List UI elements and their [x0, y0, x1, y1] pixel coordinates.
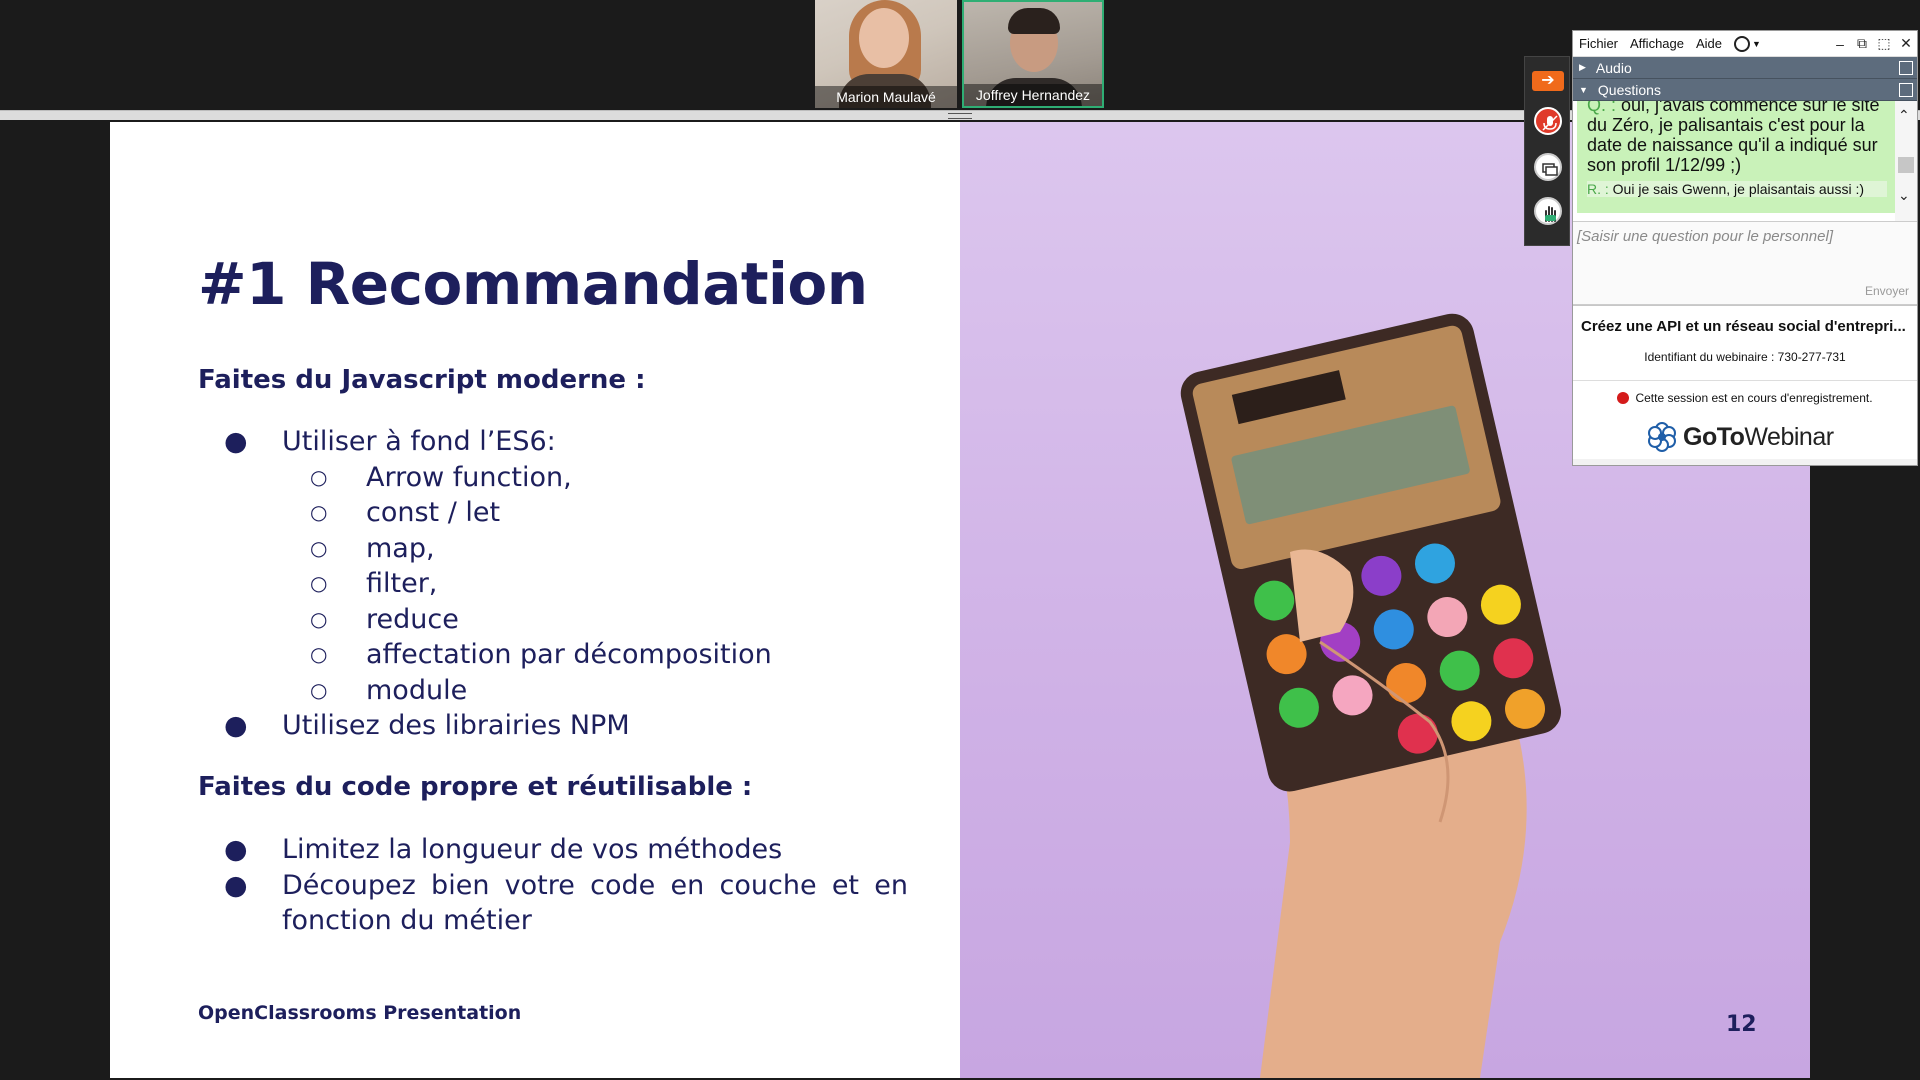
menu-affichage[interactable]: Affichage	[1630, 36, 1684, 51]
popout-icon[interactable]	[1899, 61, 1913, 75]
sub-bullet-item: ○ affectation par décomposition	[310, 639, 772, 670]
expand-triangle-icon: ▶	[1579, 62, 1586, 72]
gotowebinar-logo: GoToWebinar	[1647, 422, 1834, 452]
send-button[interactable]: Envoyer	[1865, 284, 1909, 298]
slide-page-number: 12	[1726, 1012, 1757, 1037]
participant-tile-1[interactable]: Marion Maulavé	[815, 0, 957, 108]
close-icon[interactable]: ✕	[1895, 35, 1917, 52]
minimize-icon[interactable]: –	[1829, 36, 1851, 52]
raise-hand-icon[interactable]	[1534, 197, 1562, 225]
bullet-item: ● Découpez bien votre code en couche et e…	[224, 870, 908, 901]
scroll-down-icon[interactable]: ⌄	[1898, 187, 1910, 204]
webinar-title: Créez une API et un réseau social d'entr…	[1581, 318, 1906, 335]
audio-label: Audio	[1595, 59, 1632, 76]
screen-share-icon[interactable]	[1534, 153, 1562, 181]
answer-text: R. : Oui je sais Gwenn, je plaisantais a…	[1587, 181, 1887, 197]
microphone-muted-icon[interactable]	[1534, 107, 1562, 135]
bullet-item: ● Utiliser à fond l’ES6:	[224, 426, 556, 457]
participant-hair	[1008, 8, 1060, 34]
sub-bullet-item: ○ const / let	[310, 497, 501, 528]
goto-flower-icon	[1648, 422, 1676, 452]
participant-name: Marion Maulavé	[815, 86, 957, 108]
questions-section-header[interactable]: ▼ Questions	[1573, 79, 1917, 101]
audio-section-header[interactable]: ▶ Audio	[1573, 57, 1917, 79]
brand-webinar: Webinar	[1744, 422, 1834, 451]
webinar-id: Identifiant du webinaire : 730-277-731	[1644, 350, 1846, 364]
sub-bullet-item: ○ Arrow function,	[310, 462, 572, 493]
sub-bullet-item: ○ filter,	[310, 568, 438, 599]
panel-menu-bar: Fichier Affichage Aide ▼ – ⧉ ⬚ ✕	[1573, 31, 1917, 57]
slide-content: #1 Recommandation Faites du Javascript m…	[110, 122, 960, 1078]
participant-face	[859, 8, 909, 68]
webinar-info: Créez une API et un réseau social d'entr…	[1573, 305, 1917, 459]
sub-bullet-item: ○ reduce	[310, 604, 459, 635]
question-text: Q. : oui, j'avais commencé sur le site d…	[1587, 101, 1880, 175]
recording-dot-icon	[1617, 392, 1630, 404]
menu-aide[interactable]: Aide	[1696, 36, 1722, 51]
section-title-modern-js: Faites du Javascript moderne :	[198, 365, 646, 395]
collapse-arrow-icon[interactable]: ➔	[1532, 71, 1564, 91]
goto-control-strip: ➔	[1524, 56, 1570, 246]
bullet-item: ● Utilisez des librairies NPM	[224, 710, 630, 741]
bullet-continuation: fonction du métier	[282, 905, 532, 936]
brand-goto: GoTo	[1683, 422, 1745, 451]
menu-fichier[interactable]: Fichier	[1579, 36, 1618, 51]
restore-icon[interactable]: ⧉	[1851, 35, 1873, 52]
participant-name: Joffrey Hernandez	[964, 84, 1102, 106]
slide-title: #1 Recommandation	[198, 250, 868, 318]
section-title-clean-code: Faites du code propre et réutilisable :	[198, 772, 753, 802]
presentation-slide: #1 Recommandation Faites du Javascript m…	[110, 122, 1810, 1078]
sub-bullet-item: ○ map,	[310, 533, 435, 564]
question-input[interactable]: [Saisir une question pour le personnel] …	[1573, 221, 1917, 305]
slide-footer: OpenClassrooms Presentation	[198, 1002, 522, 1024]
popout-icon[interactable]: ⬚	[1873, 35, 1895, 52]
questions-log[interactable]: Q. : oui, j'avais commencé sur le site d…	[1573, 101, 1917, 221]
collapse-triangle-icon: ▼	[1579, 84, 1588, 95]
questions-label: Questions	[1597, 81, 1661, 98]
participant-tile-2[interactable]: Joffrey Hernandez	[962, 0, 1104, 108]
sub-bullet-item: ○ module	[310, 675, 468, 706]
popout-icon[interactable]	[1899, 83, 1913, 97]
grip-icon[interactable]	[948, 113, 972, 119]
goto-webinar-panel: Fichier Affichage Aide ▼ – ⧉ ⬚ ✕ ▶ Audio…	[1572, 30, 1918, 466]
question-placeholder: [Saisir une question pour le personnel]	[1577, 228, 1833, 245]
recording-status: Cette session est en cours d'enregistrem…	[1573, 380, 1917, 405]
chevron-down-icon[interactable]: ▼	[1752, 39, 1761, 49]
globe-icon[interactable]	[1734, 35, 1751, 52]
scroll-thumb[interactable]	[1898, 157, 1914, 173]
qa-entry: Q. : oui, j'avais commencé sur le site d…	[1577, 101, 1895, 213]
bullet-item: ● Limitez la longueur de vos méthodes	[224, 834, 783, 865]
scroll-up-icon[interactable]: ⌃	[1898, 107, 1910, 124]
qa-scrollbar[interactable]: ⌃ ⌄	[1895, 101, 1917, 221]
